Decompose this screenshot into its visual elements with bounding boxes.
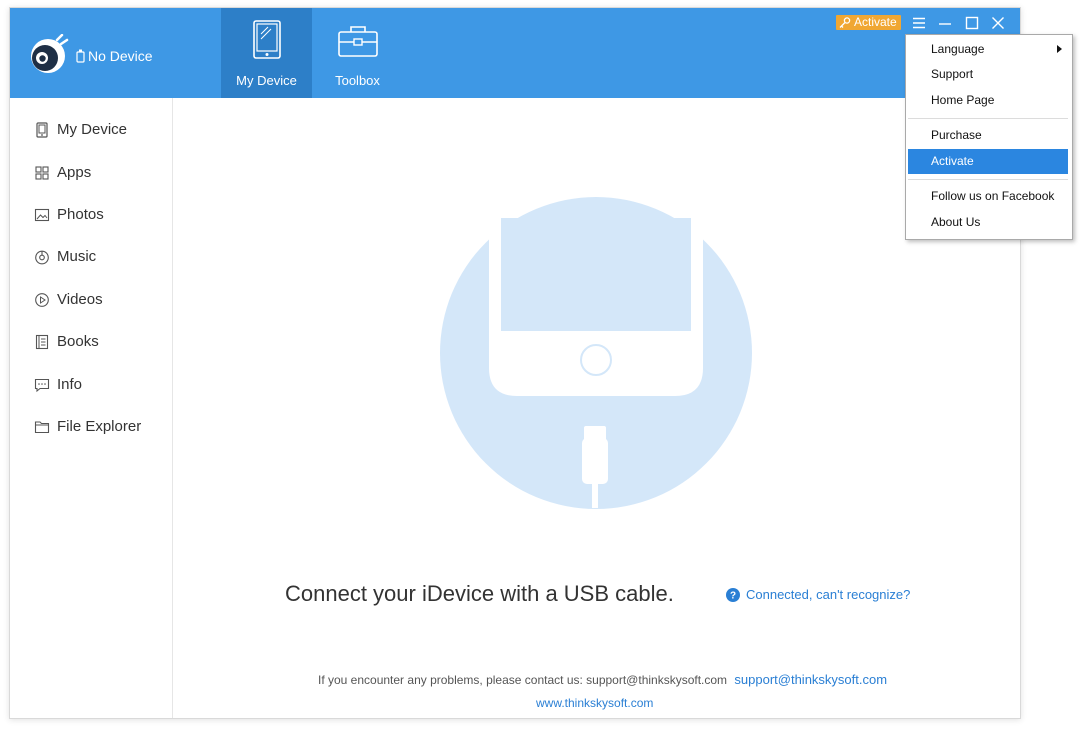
menu-item-label: Language <box>931 42 985 56</box>
sidebar-item-label: Music <box>57 248 97 265</box>
main-content: Connect your iDevice with a USB cable. ?… <box>173 98 1020 718</box>
main-menu-dropdown: Language Support Home Page Purchase Acti… <box>905 34 1073 240</box>
sidebar-item-label: Photos <box>57 206 104 223</box>
sidebar-item-info[interactable]: Info <box>10 370 172 400</box>
sidebar-item-music[interactable]: Music <box>10 242 172 272</box>
phone-icon <box>76 49 85 63</box>
cant-recognize-label: Connected, can't recognize? <box>746 587 911 602</box>
top-bar: No Device My Device Toolbox Activate <box>10 8 1020 98</box>
sidebar-item-my-device[interactable]: My Device <box>10 115 172 145</box>
menu-item-label: Support <box>931 67 974 81</box>
music-icon <box>35 250 49 265</box>
sidebar-item-label: Videos <box>57 291 103 308</box>
toolbox-icon <box>337 26 378 57</box>
connect-message: Connect your iDevice with a USB cable. <box>285 581 674 606</box>
device-status-label: No Device <box>88 48 153 64</box>
menu-item-label: Follow us on Facebook <box>931 189 1055 203</box>
close-icon[interactable] <box>990 15 1006 31</box>
video-icon <box>35 293 49 307</box>
tablet-icon <box>252 20 281 59</box>
sidebar: My Device Apps Photos Music Videos Books… <box>10 98 173 718</box>
photo-icon <box>34 208 50 222</box>
message-icon <box>34 378 50 393</box>
support-email-link[interactable]: support@thinkskysoft.com <box>734 672 887 687</box>
sidebar-item-label: File Explorer <box>57 418 142 435</box>
menu-separator <box>908 118 1068 119</box>
submenu-arrow-icon <box>1057 45 1062 53</box>
svg-text:?: ? <box>730 590 736 601</box>
sidebar-item-label: Apps <box>57 164 92 181</box>
device-icon <box>36 122 48 138</box>
menu-item-about-us[interactable]: About Us <box>908 210 1068 235</box>
maximize-icon[interactable] <box>964 15 980 31</box>
menu-hamburger-icon[interactable] <box>911 15 927 31</box>
menu-item-home-page[interactable]: Home Page <box>908 88 1068 113</box>
help-icon: ? <box>726 587 740 602</box>
minimize-icon[interactable] <box>937 15 953 31</box>
menu-item-language[interactable]: Language <box>908 37 1068 62</box>
contact-text: If you encounter any problems, please co… <box>318 673 728 687</box>
menu-item-label: Purchase <box>931 128 982 142</box>
sidebar-item-videos[interactable]: Videos <box>10 285 172 315</box>
website-link[interactable]: www.thinkskysoft.com <box>536 696 653 710</box>
menu-item-follow-facebook[interactable]: Follow us on Facebook <box>908 184 1068 209</box>
contact-info: If you encounter any problems, please co… <box>318 672 887 687</box>
key-icon <box>839 17 851 28</box>
connect-device-illustration <box>440 197 752 509</box>
app-logo-icon <box>31 34 69 73</box>
book-icon <box>35 334 49 350</box>
cant-recognize-link[interactable]: ? Connected, can't recognize? <box>726 587 910 602</box>
sidebar-item-books[interactable]: Books <box>10 327 172 357</box>
sidebar-item-label: My Device <box>57 121 128 138</box>
sidebar-item-apps[interactable]: Apps <box>10 158 172 188</box>
sidebar-item-file-explorer[interactable]: File Explorer <box>10 412 172 442</box>
sidebar-item-label: Info <box>57 376 83 393</box>
menu-item-label: Activate <box>931 154 974 168</box>
menu-item-activate[interactable]: Activate <box>908 149 1068 174</box>
apps-grid-icon <box>35 166 49 180</box>
tab-toolbox[interactable]: Toolbox <box>312 8 403 98</box>
sidebar-item-label: Books <box>57 333 99 350</box>
activate-button-label: Activate <box>854 15 897 29</box>
activate-button[interactable]: Activate <box>836 15 901 30</box>
app-window: No Device My Device Toolbox Activate My … <box>9 7 1021 719</box>
sidebar-item-photos[interactable]: Photos <box>10 200 172 230</box>
menu-item-support[interactable]: Support <box>908 62 1068 87</box>
folder-icon <box>34 421 50 434</box>
menu-item-label: Home Page <box>931 93 995 107</box>
menu-separator <box>908 179 1068 180</box>
tab-my-device[interactable]: My Device <box>221 8 312 98</box>
tab-toolbox-label: Toolbox <box>335 73 380 88</box>
device-status: No Device <box>76 47 153 65</box>
menu-item-purchase[interactable]: Purchase <box>908 123 1068 148</box>
menu-item-label: About Us <box>931 215 981 229</box>
tab-my-device-label: My Device <box>236 73 297 88</box>
